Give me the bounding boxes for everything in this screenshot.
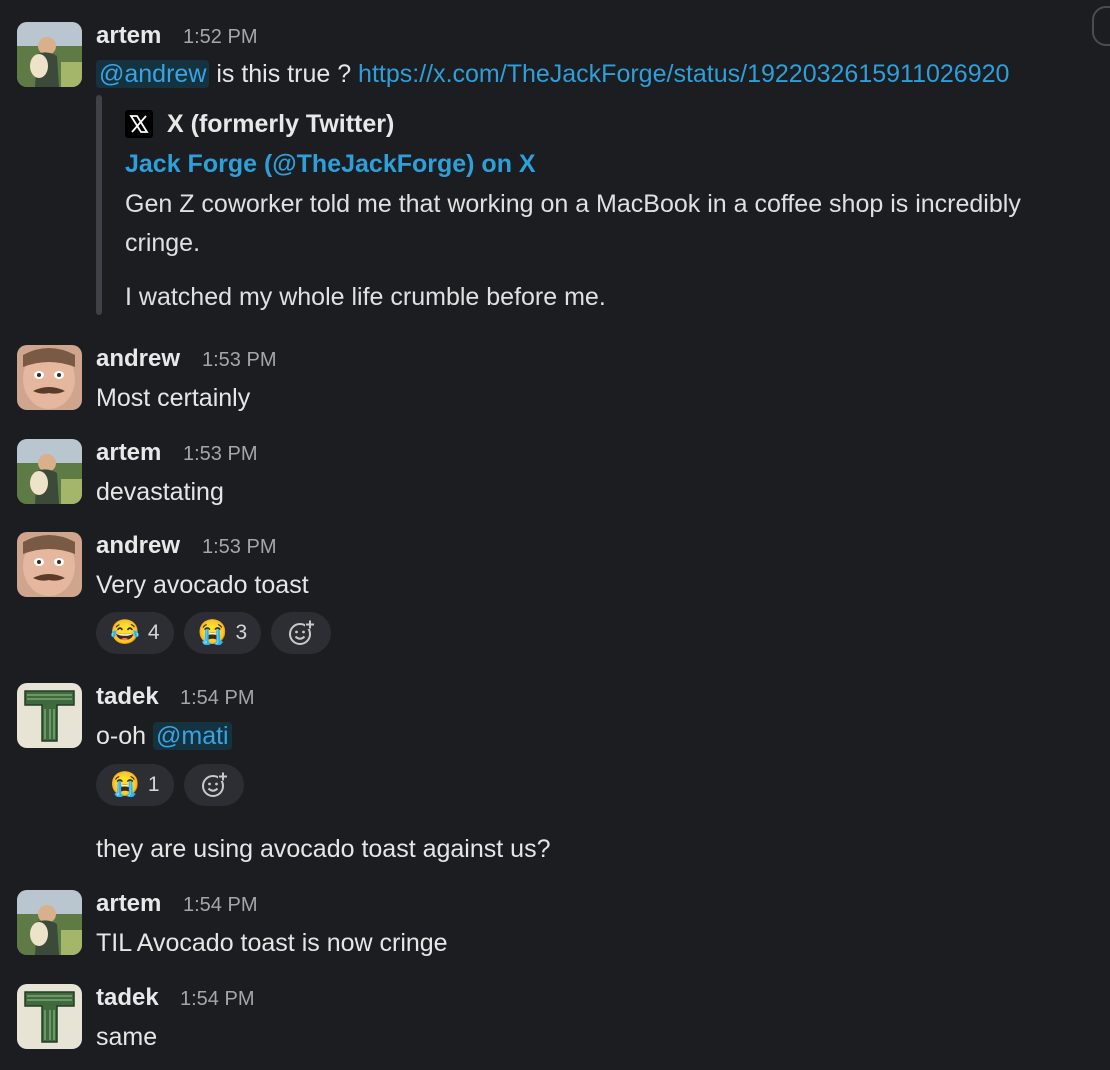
reaction-sob[interactable]: 😭 3 bbox=[183, 612, 262, 654]
author-name[interactable]: artem bbox=[96, 890, 161, 918]
timestamp[interactable]: 1:53 PM bbox=[183, 440, 257, 468]
joy-emoji-icon: 😂 bbox=[110, 619, 140, 646]
timestamp[interactable]: 1:53 PM bbox=[202, 346, 276, 374]
reaction-count: 1 bbox=[147, 773, 160, 796]
reactions-bar: 😂 4 😭 3 bbox=[96, 612, 332, 654]
reaction-sob[interactable]: 😭 1 bbox=[96, 764, 174, 806]
sob-emoji-icon: 😭 bbox=[110, 771, 140, 798]
message-text-followup: they are using avocado toast against us? bbox=[96, 835, 551, 863]
reaction-count: 4 bbox=[147, 621, 160, 644]
scrollbar[interactable] bbox=[1092, 6, 1110, 46]
add-reaction-icon bbox=[289, 620, 316, 645]
author-name[interactable]: artem bbox=[96, 439, 161, 467]
sob-emoji-icon: 😭 bbox=[197, 619, 228, 646]
avatar-andrew[interactable] bbox=[17, 345, 82, 410]
timestamp[interactable]: 1:54 PM bbox=[180, 985, 254, 1013]
tweet-link[interactable]: https://x.com/TheJackForge/status/192203… bbox=[358, 60, 1009, 88]
unfurl-body-line2: cringe. bbox=[125, 229, 201, 257]
timestamp[interactable]: 1:53 PM bbox=[202, 533, 276, 561]
mention-mati[interactable]: @mati bbox=[152, 722, 232, 750]
avatar-artem[interactable] bbox=[17, 890, 82, 955]
timestamp[interactable]: 1:54 PM bbox=[183, 891, 257, 919]
avatar-andrew[interactable] bbox=[17, 532, 82, 597]
message-text: devastating bbox=[96, 478, 224, 506]
author-name[interactable]: andrew bbox=[96, 532, 180, 560]
timestamp[interactable]: 1:52 PM bbox=[183, 23, 257, 51]
unfurl-bar bbox=[96, 95, 102, 315]
avatar-tadek[interactable] bbox=[17, 683, 82, 748]
author-name[interactable]: andrew bbox=[96, 345, 180, 373]
unfurl-site: X (formerly Twitter) bbox=[125, 108, 394, 140]
message-text: same bbox=[96, 1023, 158, 1051]
message-text: Very avocado toast bbox=[96, 571, 309, 599]
message-text-body: is this true ? bbox=[209, 60, 359, 88]
message-text: TIL Avocado toast is now cringe bbox=[96, 929, 448, 957]
message-text-body: o-oh bbox=[96, 722, 153, 750]
author-name[interactable]: artem bbox=[96, 22, 161, 50]
add-reaction-icon bbox=[201, 772, 228, 797]
reactions-bar: 😭 1 bbox=[96, 764, 244, 806]
message-text: o-oh @mati bbox=[96, 720, 232, 752]
avatar-artem[interactable] bbox=[17, 22, 82, 87]
unfurl-body-line1: Gen Z coworker told me that working on a… bbox=[125, 190, 1021, 218]
mention-andrew[interactable]: @andrew bbox=[96, 60, 210, 88]
reaction-count: 3 bbox=[235, 621, 248, 644]
avatar-tadek[interactable] bbox=[17, 984, 82, 1049]
author-name[interactable]: tadek bbox=[96, 683, 159, 711]
unfurl-site-name: X (formerly Twitter) bbox=[167, 110, 395, 138]
timestamp[interactable]: 1:54 PM bbox=[180, 684, 254, 712]
reaction-joy[interactable]: 😂 4 bbox=[96, 612, 174, 654]
avatar-artem[interactable] bbox=[17, 439, 82, 504]
author-name[interactable]: tadek bbox=[96, 984, 159, 1012]
message-text: @andrew is this true ? https://x.com/The… bbox=[96, 58, 1009, 90]
add-reaction-button[interactable] bbox=[183, 764, 244, 806]
add-reaction-button[interactable] bbox=[271, 612, 332, 654]
x-logo-icon bbox=[125, 110, 153, 138]
unfurl-body-line3: I watched my whole life crumble before m… bbox=[125, 283, 606, 311]
unfurl-title[interactable]: Jack Forge (@TheJackForge) on X bbox=[125, 148, 536, 180]
message-text: Most certainly bbox=[96, 384, 251, 412]
